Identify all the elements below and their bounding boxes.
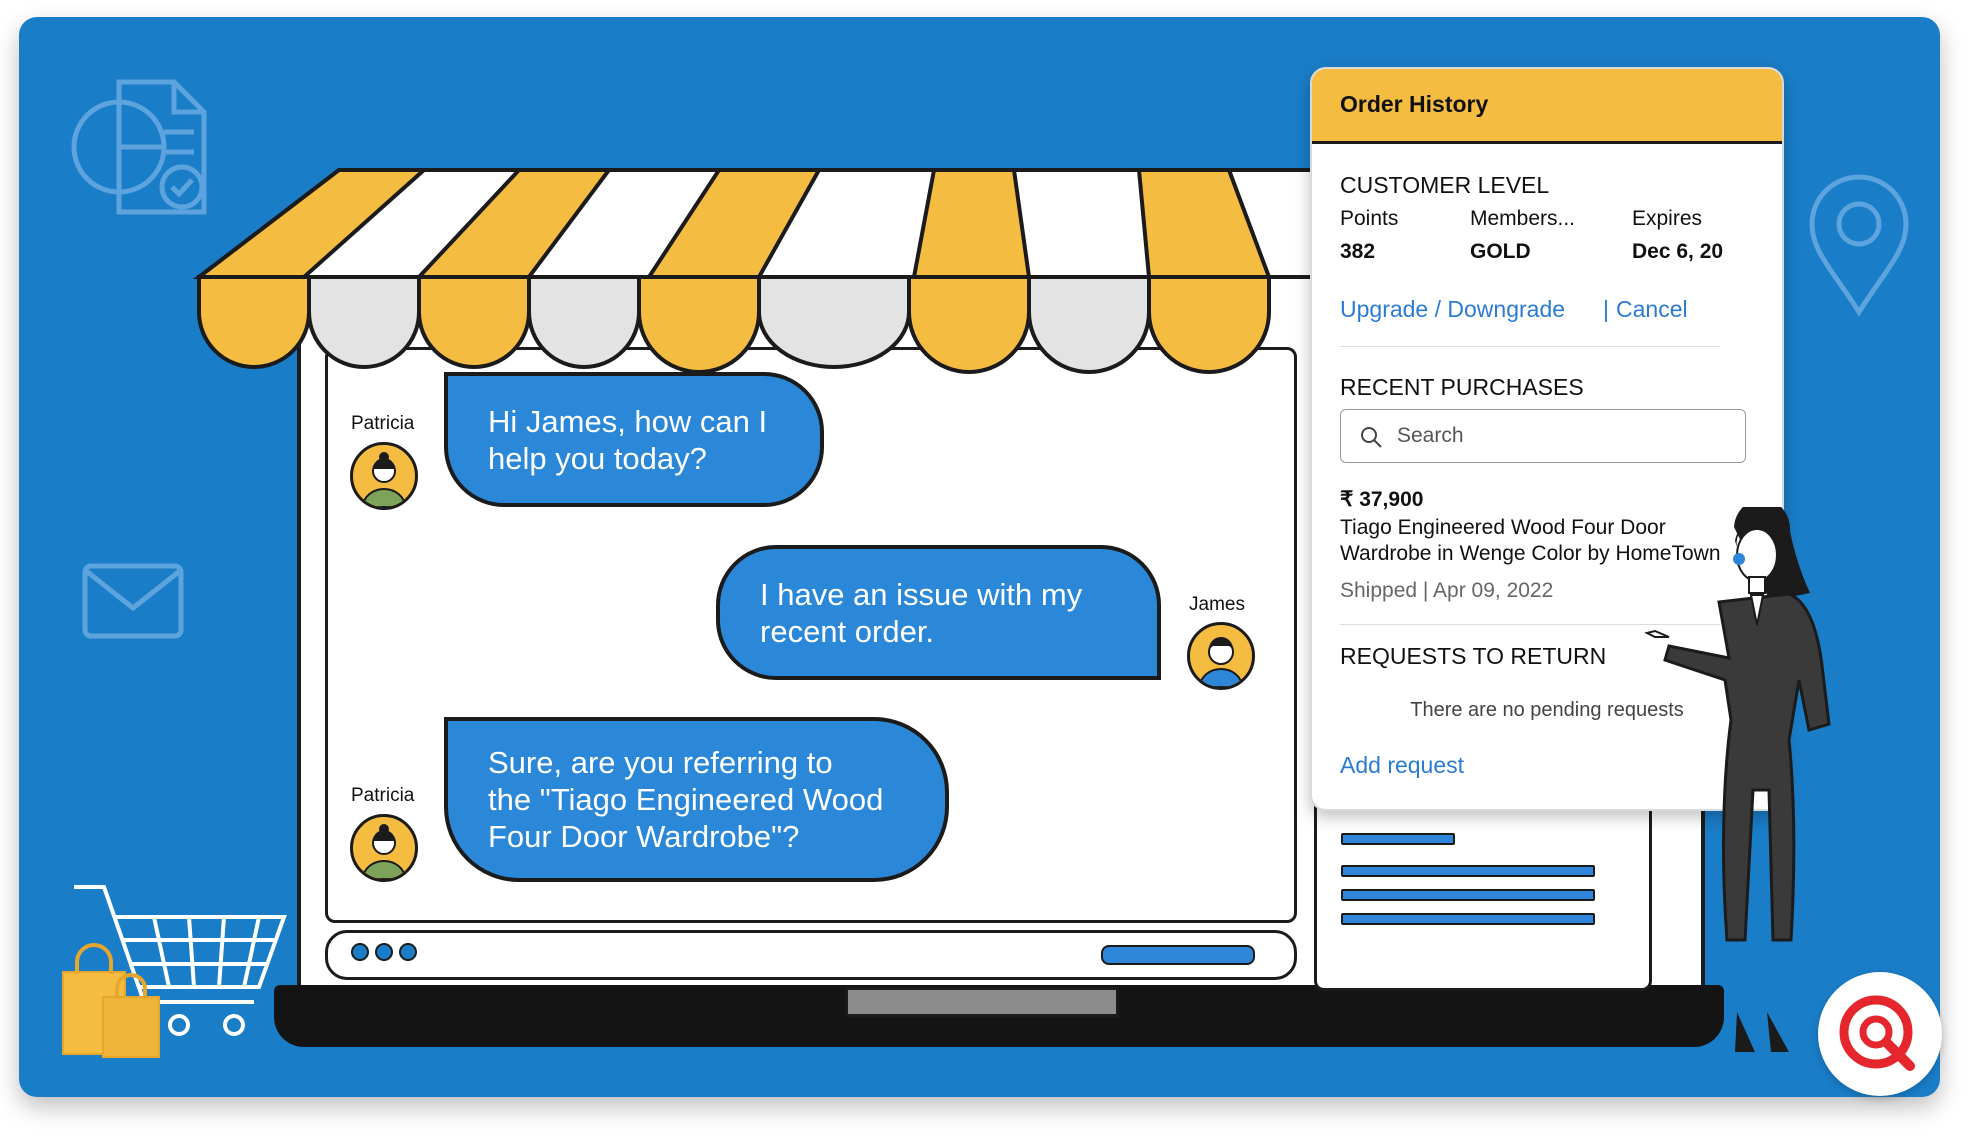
sender-name: James xyxy=(1189,594,1245,615)
add-request-link[interactable]: Add request xyxy=(1340,752,1464,779)
returns-heading: REQUESTS TO RETURN xyxy=(1340,643,1607,669)
points-value: 382 xyxy=(1340,240,1376,263)
shopping-bags-icon xyxy=(62,943,160,1058)
sender-name: Patricia xyxy=(351,413,415,434)
avatar xyxy=(1187,622,1255,690)
placeholder-line xyxy=(1341,865,1595,877)
typing-dot xyxy=(375,943,393,961)
order-history-title: Order History xyxy=(1340,91,1489,117)
typing-dot xyxy=(399,943,417,961)
recent-purchases-heading: RECENT PURCHASES xyxy=(1340,374,1584,400)
avatar xyxy=(350,442,418,510)
shop-awning xyxy=(193,168,1329,374)
mail-icon xyxy=(82,563,184,639)
expires-value: Dec 6, 20 xyxy=(1632,240,1724,263)
placeholder-line xyxy=(1341,889,1595,901)
membership-value: GOLD xyxy=(1470,240,1531,263)
send-button[interactable] xyxy=(1101,945,1255,965)
location-pin-icon xyxy=(1809,174,1909,317)
sender-name: Patricia xyxy=(351,785,415,806)
chat-bubble: Sure, are you referring to the "Tiago En… xyxy=(444,717,949,882)
message-text: Sure, are you referring to the "Tiago En… xyxy=(488,745,884,854)
expires-label: Expires xyxy=(1632,207,1703,230)
laptop-notch xyxy=(845,987,1119,1017)
placeholder-line xyxy=(1341,913,1595,925)
customer-level-heading: CUSTOMER LEVEL xyxy=(1340,172,1550,198)
shipping-status: Shipped | Apr 09, 2022 xyxy=(1340,579,1554,602)
membership-label: Members... xyxy=(1470,207,1576,230)
upgrade-downgrade-link[interactable]: Upgrade / Downgrade xyxy=(1340,296,1565,323)
search-placeholder: Search xyxy=(1397,424,1464,447)
search-icon xyxy=(1361,427,1382,448)
search-input[interactable]: Search xyxy=(1340,409,1746,463)
avatar xyxy=(350,814,418,882)
message-text: Hi James, how can I help you today? xyxy=(488,403,768,476)
cancel-link[interactable]: Cancel xyxy=(1616,296,1688,323)
placeholder-line xyxy=(1341,833,1455,845)
chat-bubble: I have an issue with my recent order. xyxy=(716,545,1161,680)
illustration-background: Patricia Hi James, how can I help you to… xyxy=(19,17,1940,1097)
action-separator: | xyxy=(1603,296,1609,322)
order-history-header: Order History xyxy=(1312,69,1782,144)
typing-dot xyxy=(351,943,369,961)
purchase-price: ₹ 37,900 xyxy=(1340,488,1424,511)
message-text: I have an issue with my recent order. xyxy=(760,576,1083,649)
points-label: Points xyxy=(1340,207,1399,230)
chat-bubble: Hi James, how can I help you today? xyxy=(444,372,824,507)
divider xyxy=(1340,346,1720,347)
brand-logo-icon xyxy=(1818,972,1942,1096)
